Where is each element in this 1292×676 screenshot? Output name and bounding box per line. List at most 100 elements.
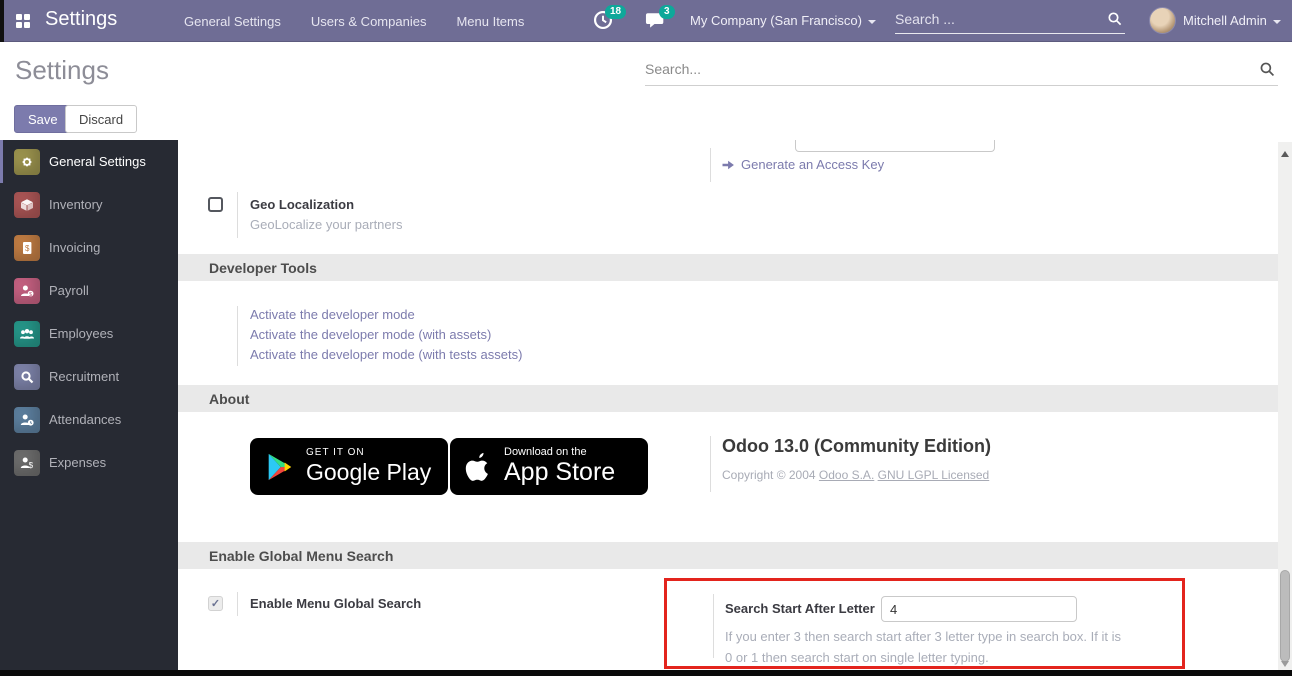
gear-icon [14,149,40,175]
section-about: About [178,385,1278,412]
save-button[interactable]: Save [14,105,72,133]
bottom-edge-bar [0,670,1292,676]
section-developer-tools: Developer Tools [178,254,1278,281]
company-switcher[interactable]: My Company (San Francisco) [690,13,876,28]
message-count-badge[interactable]: 3 [659,5,675,19]
section-header: Enable Global Menu Search [209,548,393,564]
sidebar-item-label: Inventory [49,197,102,212]
navbar-menus: General Settings Users & Companies Menu … [184,0,524,42]
chevron-down-icon [1273,20,1281,24]
activity-count-badge[interactable]: 18 [605,5,626,19]
sidebar-item-label: Payroll [49,283,89,298]
box-icon [14,192,40,218]
employees-icon [14,321,40,347]
dev-mode-assets-link[interactable]: Activate the developer mode (with assets… [250,327,491,342]
google-play-badge[interactable]: GET IT ON Google Play [250,438,448,495]
user-avatar[interactable] [1149,7,1176,34]
sidebar-item-label: Employees [49,326,113,341]
recruitment-icon [14,364,40,390]
apps-grid-square [16,14,22,20]
svg-text:$: $ [25,244,30,253]
sidebar-item-label: Invoicing [49,240,100,255]
settings-content: Generate an Access Key Geo Localization … [178,140,1278,670]
scroll-down-arrow-icon[interactable] [1281,661,1289,667]
chevron-down-icon [868,20,876,24]
odoo-sa-link[interactable]: Odoo S.A. [819,468,874,482]
section-enable-global-menu-search: Enable Global Menu Search [178,542,1278,569]
search-icon[interactable] [1107,11,1123,32]
separator [237,592,238,616]
view-search [645,56,1278,86]
apps-menu-icon[interactable] [16,14,30,28]
invoice-icon: $ [14,235,40,261]
badge-line1: GET IT ON [306,447,431,458]
sidebar-item-label: Recruitment [49,369,119,384]
menu-general-settings[interactable]: General Settings [184,14,281,29]
menu-users-companies[interactable]: Users & Companies [311,14,427,29]
sidebar-item-general-settings[interactable]: General Settings [0,140,178,183]
apps-grid-square [24,22,30,28]
badge-line1: Download on the [504,446,615,458]
search-start-after-letter-input[interactable] [881,596,1077,622]
separator [710,436,711,492]
settings-sidebar: General Settings Inventory $ Invoicing $… [0,140,178,670]
company-name: My Company (San Francisco) [690,13,862,28]
navbar-search-input[interactable] [895,6,1091,32]
apps-grid-square [16,22,22,28]
google-play-icon [264,451,294,483]
scroll-up-arrow-icon[interactable] [1281,151,1289,157]
discard-button[interactable]: Discard [65,105,137,133]
geo-localization-title: Geo Localization [250,197,354,212]
badge-line2: Google Play [306,459,431,486]
badge-line2: App Store [504,458,615,487]
scrollbar-thumb[interactable] [1280,570,1290,662]
search-start-after-letter-label: Search Start After Letter [725,601,875,616]
separator [237,192,238,238]
vertical-scrollbar[interactable] [1278,142,1292,676]
apple-icon [464,451,492,483]
copyright-line: Copyright © 2004 Odoo S.A. GNU LGPL Lice… [722,468,989,482]
sidebar-item-label: Expenses [49,455,106,470]
section-header: Developer Tools [209,260,317,276]
navbar-search [895,6,1125,34]
app-title[interactable]: Settings [45,8,117,31]
field-help-line1: If you enter 3 then search start after 3… [725,629,1121,644]
sidebar-item-employees[interactable]: Employees [0,312,178,355]
app-store-badge[interactable]: Download on the App Store [450,438,648,495]
access-key-input-partial[interactable] [795,140,995,152]
sidebar-item-inventory[interactable]: Inventory [0,183,178,226]
user-menu[interactable]: Mitchell Admin [1183,13,1281,28]
window-edge [0,0,4,42]
geo-localization-subtitle: GeoLocalize your partners [250,217,402,232]
section-header: About [209,391,249,407]
app-store-text: Download on the App Store [504,446,615,487]
view-search-input[interactable] [645,56,1235,82]
separator [710,148,711,182]
page-title: Settings [15,55,109,86]
separator [237,306,238,366]
separator [713,594,714,658]
enable-menu-global-search-checkbox[interactable] [208,596,223,611]
sidebar-item-invoicing[interactable]: $ Invoicing [0,226,178,269]
svg-text:$: $ [29,461,34,470]
copyright-text: Copyright © 2004 [722,468,819,482]
lgpl-link[interactable]: GNU LGPL Licensed [878,468,990,482]
dev-mode-link[interactable]: Activate the developer mode [250,307,415,322]
sidebar-item-attendances[interactable]: Attendances [0,398,178,441]
attendance-icon [14,407,40,433]
menu-menu-items[interactable]: Menu Items [456,14,524,29]
dev-mode-tests-link[interactable]: Activate the developer mode (with tests … [250,347,522,362]
sidebar-item-expenses[interactable]: $ Expenses [0,441,178,484]
sidebar-item-payroll[interactable]: $ Payroll [0,269,178,312]
odoo-version: Odoo 13.0 (Community Edition) [722,436,991,457]
google-play-text: GET IT ON Google Play [306,447,431,486]
sidebar-item-label: Attendances [49,412,121,427]
payroll-icon: $ [14,278,40,304]
geo-localization-checkbox[interactable] [208,197,223,212]
sidebar-item-recruitment[interactable]: Recruitment [0,355,178,398]
user-name: Mitchell Admin [1183,13,1267,28]
search-icon[interactable] [1259,61,1276,83]
generate-access-key-link[interactable]: Generate an Access Key [722,157,884,172]
expenses-icon: $ [14,450,40,476]
apps-grid-square [24,14,30,20]
